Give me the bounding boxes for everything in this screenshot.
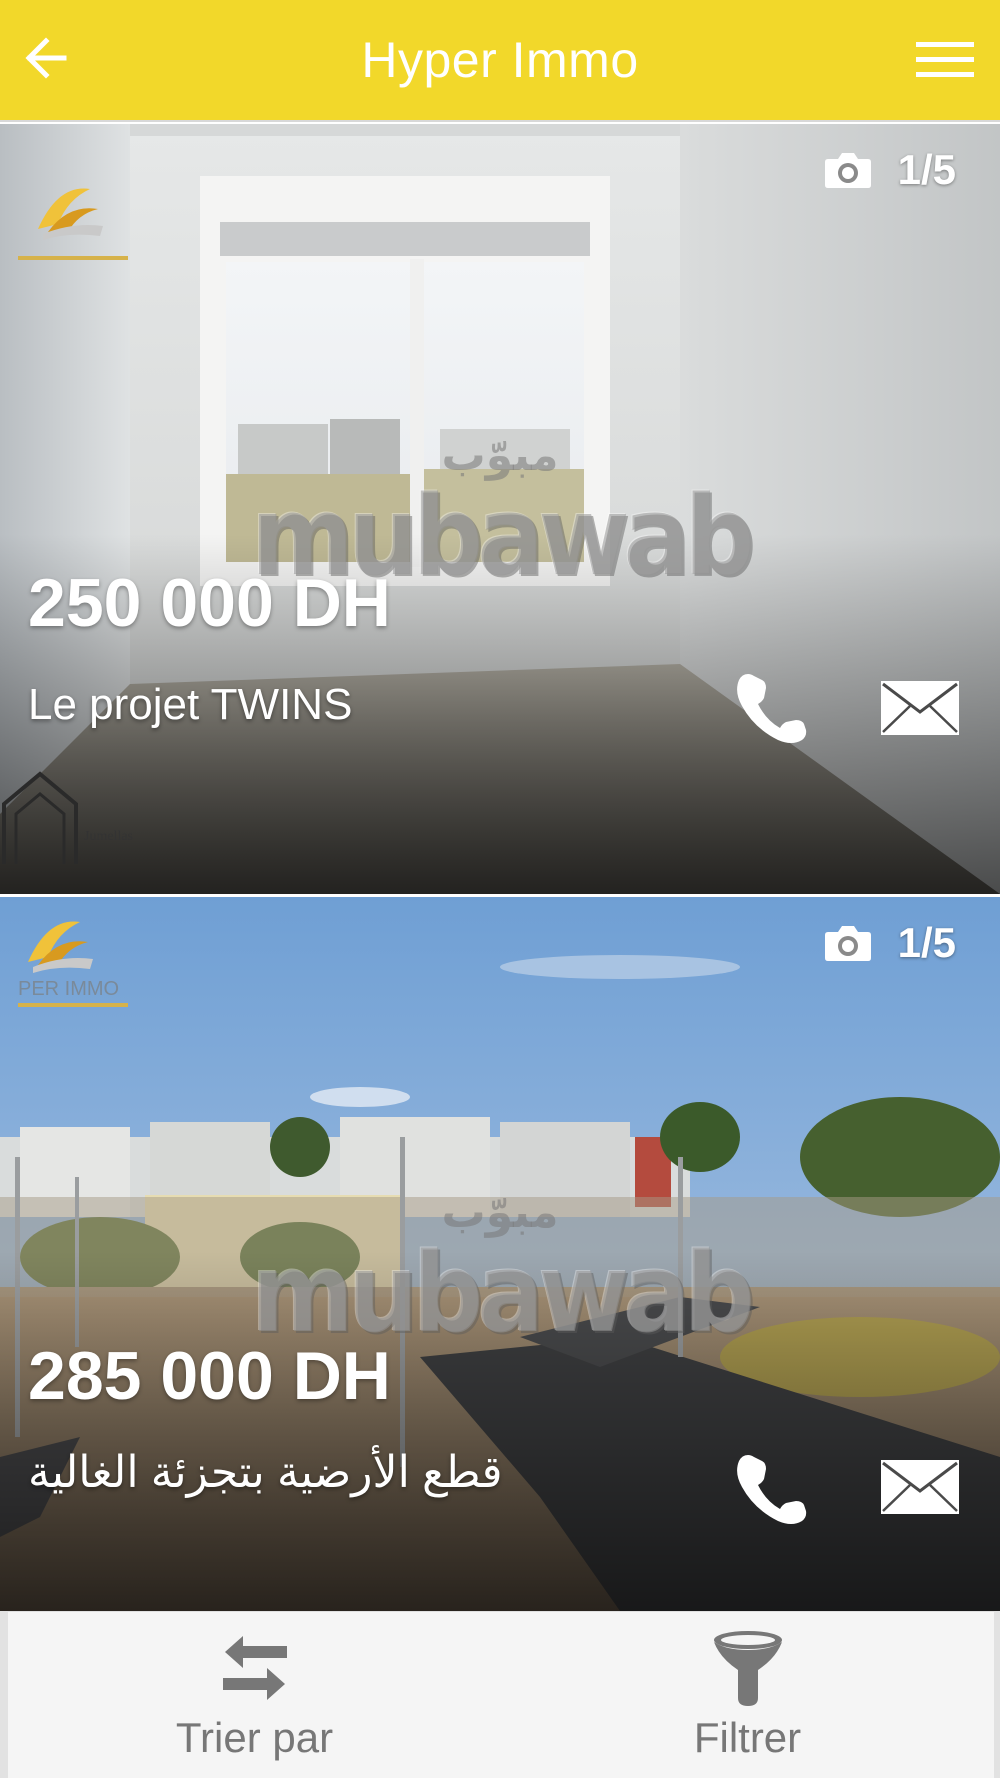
bottom-action-bar: Trier par Filtrer — [0, 1611, 1000, 1778]
listing-title[interactable]: قطع الأرضية بتجزئة الغالية — [28, 1447, 503, 1498]
funnel-icon — [713, 1631, 782, 1706]
listing-price: 250 000 DH — [28, 565, 391, 641]
photo-counter: 1/5 — [824, 146, 956, 194]
listing-card[interactable]: 1/5 مبوّب mubawab Jumellas 250 000 DH Le… — [0, 124, 1000, 894]
sort-arrows-icon — [222, 1636, 287, 1700]
envelope-icon — [881, 681, 959, 735]
photo-counter: 1/5 — [824, 919, 956, 967]
filter-button[interactable]: Filtrer — [501, 1612, 994, 1778]
sort-button[interactable]: Trier par — [8, 1612, 501, 1778]
menu-button[interactable] — [916, 36, 974, 84]
hamburger-menu-icon — [916, 42, 974, 77]
svg-text:Jumellas: Jumellas — [84, 829, 133, 844]
app-header: Hyper Immo — [0, 0, 1000, 122]
email-button[interactable] — [880, 1459, 960, 1515]
call-button[interactable] — [734, 1451, 810, 1527]
photo-counter-text: 1/5 — [897, 146, 956, 193]
back-button[interactable] — [18, 30, 74, 86]
listing-card[interactable]: PER IMMO 1/5 مبوّب mubawab 285 000 DH قط… — [0, 897, 1000, 1611]
agency-logo: PER IMMO — [18, 921, 128, 1007]
photo-counter-text: 1/5 — [897, 919, 956, 966]
listing-price: 285 000 DH — [28, 1338, 391, 1414]
svg-text:PER IMMO: PER IMMO — [18, 978, 119, 1000]
phone-icon — [737, 1455, 807, 1524]
envelope-icon — [881, 1460, 959, 1514]
call-button[interactable] — [734, 670, 810, 746]
arrow-left-icon — [25, 37, 67, 79]
page-title: Hyper Immo — [361, 32, 639, 88]
phone-icon — [737, 674, 807, 743]
email-button[interactable] — [880, 680, 960, 736]
listing-title[interactable]: Le projet TWINS — [28, 680, 352, 730]
camera-icon — [824, 926, 871, 961]
developer-logo: Jumellas — [2, 771, 133, 864]
sort-label: Trier par — [175, 1714, 334, 1761]
camera-icon — [824, 153, 871, 188]
filter-label: Filtrer — [693, 1714, 802, 1761]
agency-logo — [18, 188, 128, 260]
